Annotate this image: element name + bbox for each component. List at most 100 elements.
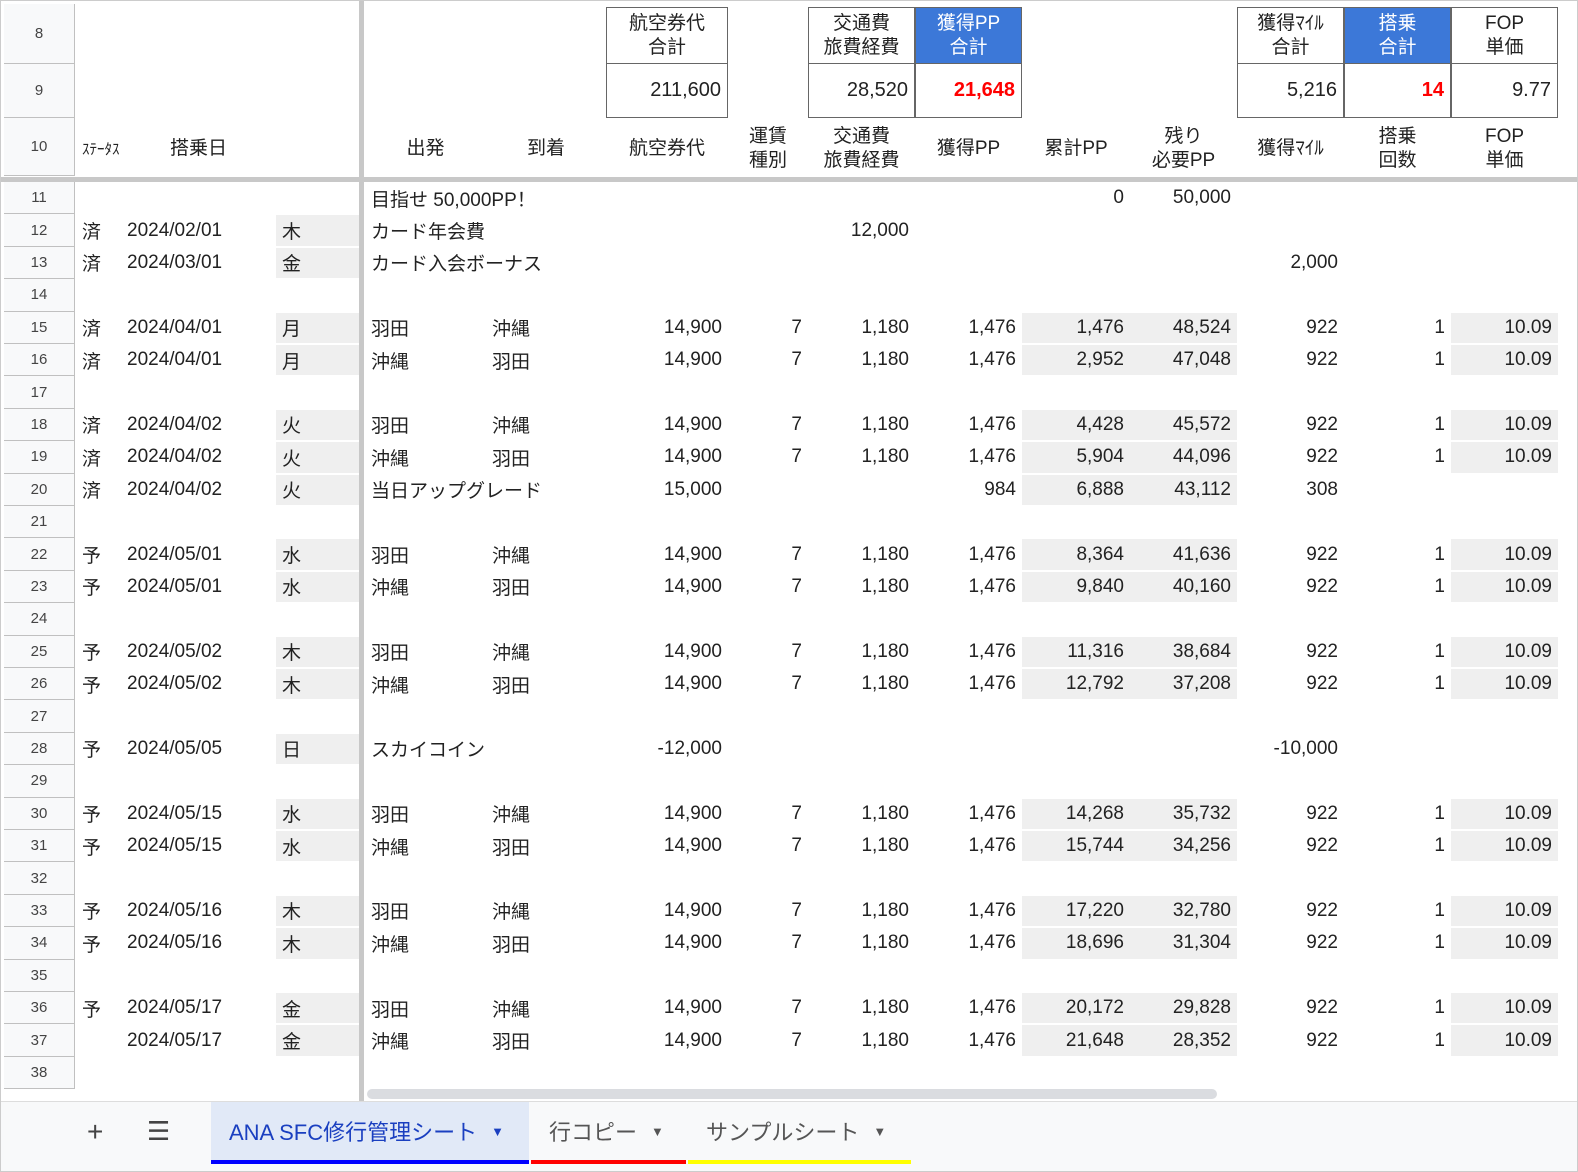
cell-date[interactable]: 2024/04/02 [121, 410, 276, 440]
row-header[interactable]: 10 [4, 118, 75, 176]
cell-date[interactable]: 2024/05/02 [121, 669, 276, 699]
cell-cum[interactable]: 14,268 [1022, 798, 1130, 829]
cell-status[interactable]: 予 [76, 669, 121, 699]
row-header[interactable]: 11 [4, 182, 75, 215]
cell-fare[interactable]: 14,900 [606, 669, 728, 699]
cell-miles[interactable]: 2,000 [1237, 248, 1344, 278]
cell-miles[interactable]: 922 [1237, 669, 1344, 699]
cell-fop[interactable]: 10.09 [1451, 409, 1558, 441]
cell-dow[interactable]: 月 [276, 312, 359, 343]
cell-dep[interactable]: 羽田 [365, 993, 486, 1023]
cell-count[interactable]: 1 [1344, 637, 1451, 667]
cell-pp[interactable]: 1,476 [915, 896, 1022, 926]
cell-dow[interactable]: 火 [276, 474, 359, 505]
tab-row-copy[interactable]: 行コピー ▼ [531, 1102, 686, 1164]
cell-status[interactable]: 済 [76, 442, 121, 472]
cell-arr[interactable]: 羽田 [486, 928, 606, 958]
cell-fop[interactable]: 10.09 [1451, 831, 1558, 862]
cell-remain[interactable]: 40,160 [1130, 571, 1237, 603]
cell-count[interactable]: 1 [1344, 539, 1451, 569]
cell-dep[interactable]: 羽田 [365, 896, 486, 926]
cell-fop[interactable]: 10.09 [1451, 928, 1558, 959]
cell-count[interactable]: 1 [1344, 442, 1451, 472]
cell-type[interactable]: 7 [728, 539, 808, 569]
cell-type[interactable]: 7 [728, 928, 808, 958]
cell-dow[interactable]: 火 [276, 409, 359, 441]
cell-arr[interactable]: 羽田 [486, 1025, 606, 1055]
row-header[interactable]: 22 [4, 538, 75, 571]
cell-transport[interactable]: 1,180 [808, 313, 915, 343]
row-header[interactable]: 20 [4, 473, 75, 506]
cell-fop[interactable]: 10.09 [1451, 345, 1558, 376]
cell-miles[interactable]: 922 [1237, 928, 1344, 958]
cell-date[interactable]: 2024/05/01 [121, 572, 276, 602]
cell-dep[interactable]: カード入会ボーナス [365, 248, 542, 278]
column-header-fare[interactable]: 航空券代 [606, 121, 728, 176]
cell-status[interactable]: 済 [76, 345, 121, 375]
cell-status[interactable]: 済 [76, 215, 121, 245]
cell-date[interactable]: 2024/05/17 [121, 1025, 276, 1055]
cell-cum[interactable]: 2,952 [1022, 345, 1130, 376]
plus-icon[interactable]: + [87, 1116, 103, 1148]
cell-arr[interactable]: 羽田 [486, 442, 606, 472]
cell-remain[interactable]: 35,732 [1130, 798, 1237, 829]
row-header[interactable]: 21 [4, 506, 75, 539]
summary-value-transport[interactable]: 28,520 [808, 63, 915, 118]
cell-fop[interactable]: 10.09 [1451, 539, 1558, 570]
cell-status[interactable]: 予 [76, 637, 121, 667]
row-header[interactable]: 36 [4, 992, 75, 1025]
cell-type[interactable]: 7 [728, 637, 808, 667]
cell-status[interactable]: 予 [76, 993, 121, 1023]
cell-dow[interactable]: 金 [276, 993, 359, 1024]
column-header-transport[interactable]: 交通費 旅費経費 [808, 121, 915, 176]
column-header-cum[interactable]: 累計PP [1022, 121, 1130, 176]
cell-count[interactable]: 1 [1344, 928, 1451, 958]
column-header-type[interactable]: 運賃 種別 [728, 121, 808, 176]
summary-value-miles[interactable]: 5,216 [1237, 63, 1344, 118]
cell-remain[interactable]: 32,780 [1130, 895, 1237, 927]
cell-miles[interactable]: 922 [1237, 637, 1344, 667]
cell-transport[interactable]: 1,180 [808, 1025, 915, 1055]
cell-date[interactable]: 2024/03/01 [121, 248, 276, 278]
cell-cum[interactable]: 4,428 [1022, 409, 1130, 441]
row-header[interactable]: 25 [4, 635, 75, 668]
cell-dep[interactable]: 沖縄 [365, 669, 486, 699]
cell-count[interactable]: 1 [1344, 345, 1451, 375]
cell-cum[interactable]: 12,792 [1022, 669, 1130, 700]
cell-status[interactable]: 予 [76, 928, 121, 958]
summary-label-miles[interactable]: 獲得ﾏｲﾙ 合計 [1237, 7, 1344, 64]
row-header[interactable]: 23 [4, 570, 75, 604]
cell-dow[interactable]: 水 [276, 831, 359, 862]
cell-dow[interactable]: 木 [276, 636, 359, 667]
cell-transport[interactable]: 1,180 [808, 993, 915, 1023]
cell-arr[interactable]: 沖縄 [486, 993, 606, 1023]
row-header[interactable]: 32 [4, 862, 75, 895]
cell-miles[interactable]: 922 [1237, 572, 1344, 602]
cell-arr[interactable]: 沖縄 [486, 410, 606, 440]
cell-arr[interactable]: 羽田 [486, 572, 606, 602]
column-header-pp[interactable]: 獲得PP [915, 121, 1022, 176]
row-header[interactable]: 24 [4, 603, 75, 636]
cell-fare[interactable]: 14,900 [606, 572, 728, 602]
cell-date[interactable]: 2024/05/16 [121, 896, 276, 926]
cell-pp[interactable]: 1,476 [915, 313, 1022, 343]
cell-arr[interactable]: 羽田 [486, 345, 606, 375]
cell-status[interactable]: 済 [76, 410, 121, 440]
cell-dow[interactable]: 木 [276, 895, 359, 927]
cell-type[interactable]: 7 [728, 572, 808, 602]
cell-miles[interactable]: 308 [1237, 475, 1344, 505]
cell-status[interactable]: 予 [76, 831, 121, 861]
cell-type[interactable]: 7 [728, 896, 808, 926]
cell-dow[interactable]: 水 [276, 798, 359, 829]
cell-date[interactable]: 2024/04/01 [121, 345, 276, 375]
cell-dow[interactable]: 金 [276, 247, 359, 279]
cell-arr[interactable]: 羽田 [486, 669, 606, 699]
row-header[interactable]: 16 [4, 344, 75, 377]
dropdown-arrow-icon[interactable]: ▼ [491, 1124, 504, 1139]
column-header-status[interactable]: ｽﾃｰﾀｽ [76, 121, 121, 176]
cell-fare[interactable]: 14,900 [606, 345, 728, 375]
cell-date[interactable]: 2024/05/05 [121, 734, 276, 764]
cell-miles[interactable]: 922 [1237, 345, 1344, 375]
cell-date[interactable]: 2024/04/02 [121, 442, 276, 472]
cell-cum[interactable]: 21,648 [1022, 1025, 1130, 1056]
